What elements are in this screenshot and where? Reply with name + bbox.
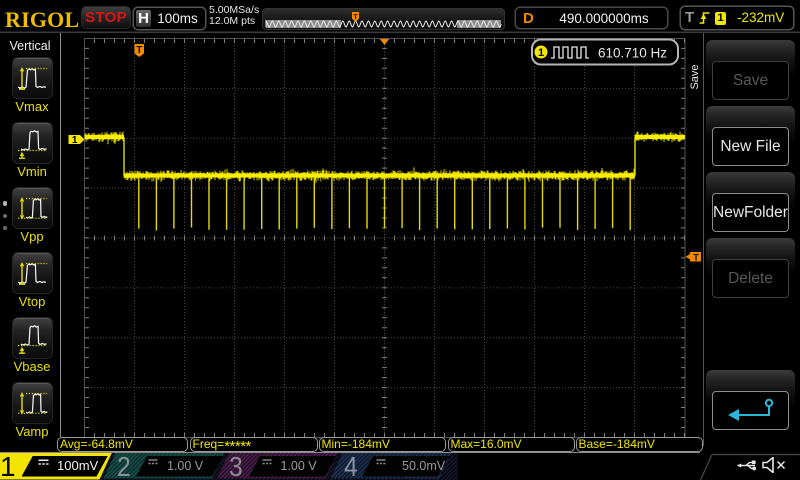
svg-text:610.710 Hz: 610.710 Hz: [598, 46, 667, 61]
svg-text:1: 1: [72, 135, 78, 146]
svg-text:T: T: [353, 12, 358, 21]
svg-text:T: T: [693, 253, 699, 264]
svg-text:1: 1: [538, 47, 544, 59]
svg-text:T: T: [136, 45, 142, 56]
